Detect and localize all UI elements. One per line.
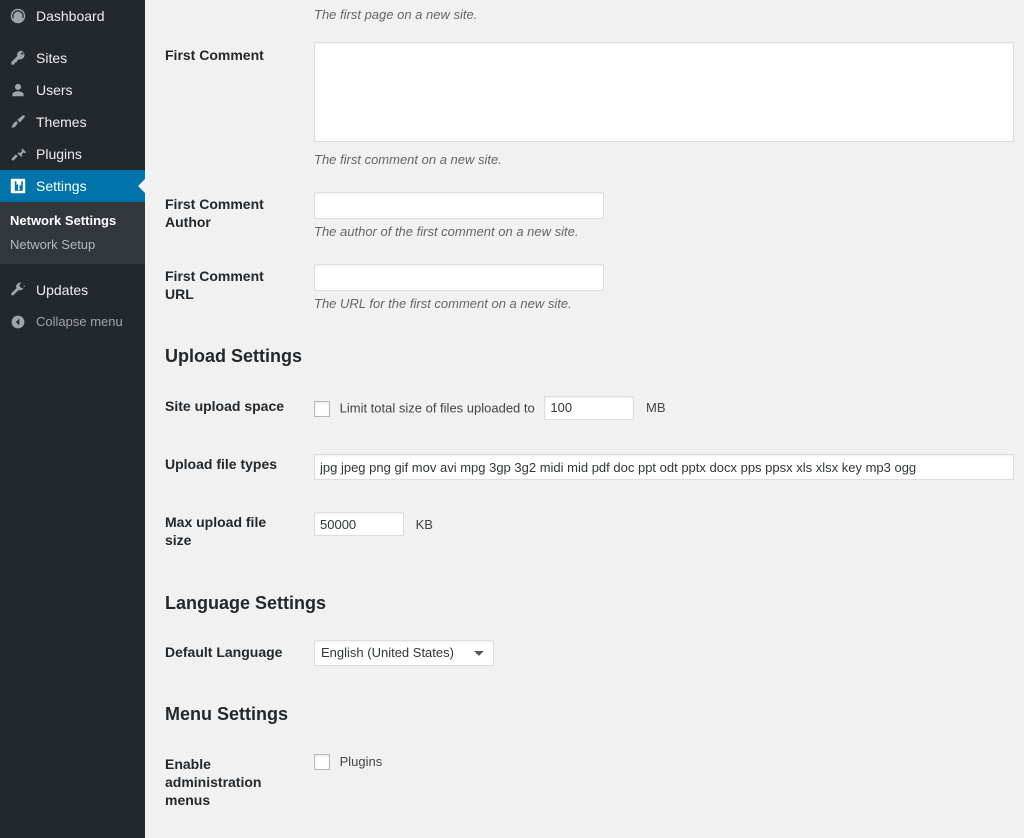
spacer-cell (145, 0, 304, 34)
first-comment-url-label: First Comment URL (165, 268, 264, 303)
sidebar-item-plugins[interactable]: Plugins (0, 138, 145, 170)
first-comment-textarea[interactable] (314, 41, 1014, 142)
first-comment-description: The first comment on a new site. (314, 151, 502, 167)
upload-file-types-label: Upload file types (165, 456, 278, 472)
table-row-default-language: Default Language English (United States) (145, 623, 1024, 681)
first-comment-author-label: First Comment Author (165, 195, 264, 230)
settings-icon (8, 176, 28, 196)
arrow-left-circle-icon (8, 312, 28, 332)
table-row-site-upload-space: Site upload space Limit total size of fi… (145, 377, 1024, 435)
key-icon (8, 48, 28, 68)
sidebar-item-label: Users (36, 82, 73, 98)
sidebar-submenu-settings: Network Settings Network Setup (0, 202, 145, 264)
default-language-select[interactable]: English (United States) (314, 639, 494, 666)
enable-admin-menus-plugins-label: Plugins (339, 753, 383, 769)
admin-sidebar: Dashboard Sites Users Themes Plugins Set… (0, 0, 145, 838)
table-row-first-comment-author: First Comment Author The author of the f… (145, 179, 1024, 251)
sidebar-item-label: Updates (36, 282, 89, 298)
table-row-first-page-desc: The first page on a new site. (145, 0, 1024, 34)
admin-page: Dashboard Sites Users Themes Plugins Set… (0, 0, 1024, 838)
table-row-max-upload-file-size: Max upload file size KB (145, 493, 1024, 569)
upload-settings-title: Upload Settings (165, 346, 303, 367)
sidebar-item-settings[interactable]: Settings (0, 170, 145, 202)
max-upload-file-size-label: Max upload file size (165, 514, 267, 549)
table-row-language-settings-heading: Language Settings (145, 570, 1024, 623)
table-row-menu-settings-heading: Menu Settings (145, 681, 1024, 734)
first-comment-url-input[interactable] (314, 264, 604, 292)
sidebar-item-label: Settings (36, 178, 87, 194)
sidebar-item-sites[interactable]: Sites (0, 42, 145, 74)
sidebar-item-label: Plugins (36, 146, 82, 162)
first-comment-author-description: The author of the first comment on a new… (314, 223, 579, 239)
table-row-upload-settings-heading: Upload Settings (145, 323, 1024, 376)
wrench-icon (8, 280, 28, 300)
first-comment-url-description: The URL for the first comment on a new s… (314, 296, 572, 312)
collapse-menu-label: Collapse menu (36, 314, 123, 329)
table-row-first-comment-url: First Comment URL The URL for the first … (145, 251, 1024, 323)
sidebar-subitem-network-settings[interactable]: Network Settings (0, 209, 145, 233)
first-page-description: The first page on a new site. (314, 7, 478, 22)
default-language-label: Default Language (165, 643, 283, 660)
table-row-first-comment: First Comment The first comment on a new… (145, 34, 1024, 179)
sidebar-item-updates[interactable]: Updates (0, 274, 145, 306)
site-upload-space-checkbox-label: Limit total size of files uploaded to (339, 400, 535, 416)
first-comment-author-input[interactable] (314, 191, 604, 219)
first-comment-label: First Comment (165, 46, 264, 63)
sidebar-item-label: Themes (36, 114, 87, 130)
network-settings-form: The first page on a new site. First Comm… (145, 0, 1024, 838)
enable-admin-menus-label: Enable administration menus (165, 755, 262, 808)
site-upload-space-unit: MB (645, 400, 666, 416)
sidebar-separator (0, 32, 145, 42)
enable-admin-menus-plugins-checkbox[interactable] (314, 754, 330, 771)
paintbrush-icon (8, 112, 28, 132)
menu-settings-title: Menu Settings (165, 704, 289, 725)
language-settings-title: Language Settings (165, 592, 327, 613)
table-row-enable-admin-menus: Enable administration menus Plugins (145, 735, 1024, 830)
sidebar-item-users[interactable]: Users (0, 74, 145, 106)
sidebar-item-themes[interactable]: Themes (0, 106, 145, 138)
sidebar-item-label: Dashboard (36, 8, 105, 24)
settings-form-table: The first page on a new site. First Comm… (145, 0, 1024, 829)
site-upload-space-checkbox[interactable] (314, 400, 330, 417)
sidebar-separator (0, 264, 145, 274)
sidebar-subitem-network-setup[interactable]: Network Setup (0, 233, 145, 257)
dashboard-icon (8, 6, 28, 26)
plug-icon (8, 144, 28, 164)
table-row-upload-file-types: Upload file types (145, 435, 1024, 493)
max-upload-file-size-input[interactable] (314, 512, 404, 537)
user-icon (8, 80, 28, 100)
upload-file-types-input[interactable] (314, 454, 1014, 480)
site-upload-space-label: Site upload space (165, 397, 285, 414)
collapse-menu-button[interactable]: Collapse menu (0, 306, 145, 338)
settings-form-body: The first page on a new site. First Comm… (145, 0, 1024, 838)
sidebar-item-label: Sites (36, 50, 68, 66)
site-upload-space-value-input[interactable] (544, 395, 635, 420)
sidebar-item-dashboard[interactable]: Dashboard (0, 0, 145, 32)
max-upload-file-size-unit: KB (415, 516, 433, 532)
